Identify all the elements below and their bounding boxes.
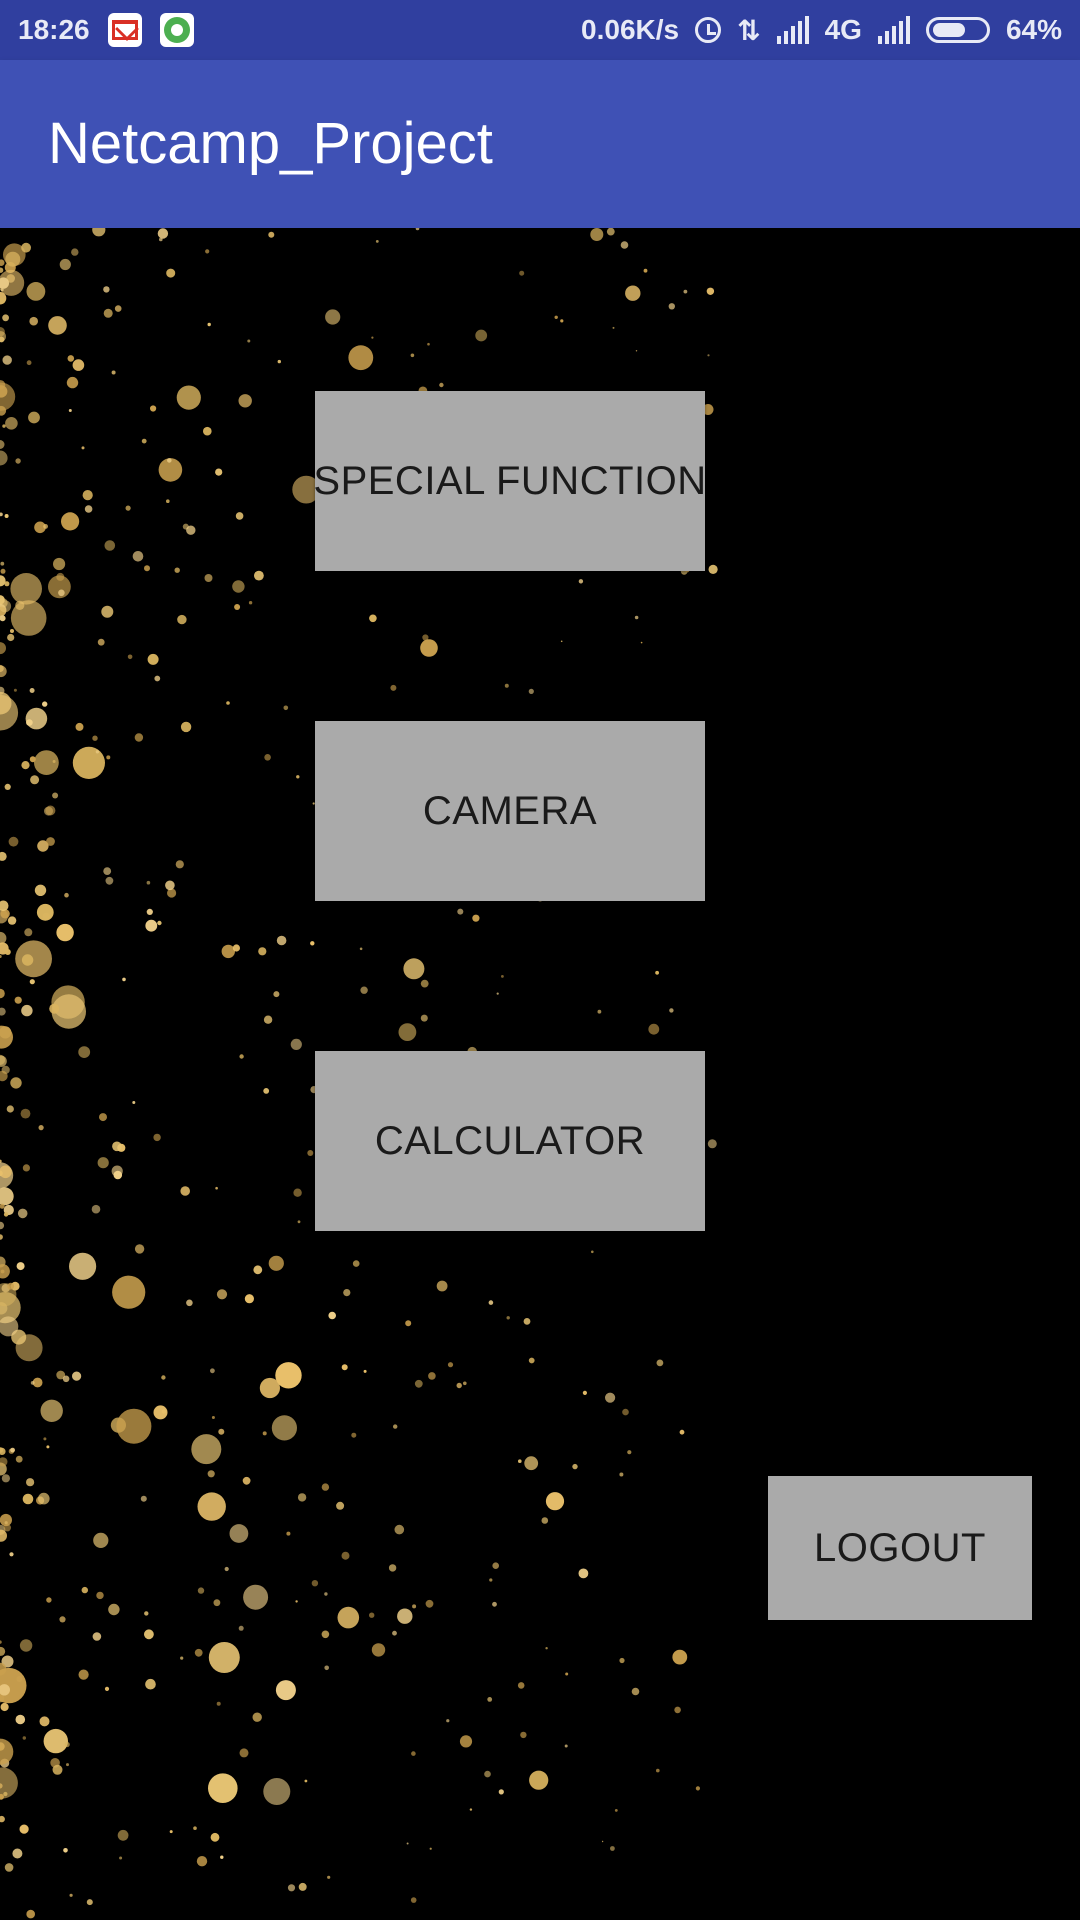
app-title: Netcamp_Project [48, 111, 493, 176]
alarm-icon [695, 17, 722, 43]
signal-icon [776, 16, 809, 44]
camera-button[interactable]: CAMERA [315, 721, 705, 901]
status-time: 18:26 [18, 14, 90, 45]
signal-icon-sim2 [877, 16, 910, 44]
status-bar: 18:26 0.06K/s ⇅ 4G 64% [0, 0, 1080, 60]
logout-button[interactable]: LOGOUT [768, 1476, 1032, 1620]
special-function-button[interactable]: SPECIAL FUNCTION [313, 391, 706, 571]
gmail-icon [107, 13, 142, 47]
battery-icon [925, 17, 990, 43]
calculator-button[interactable]: CALCULATOR [315, 1051, 705, 1231]
network-type: 4G [824, 14, 862, 45]
hangouts-icon [159, 13, 194, 47]
battery-percent: 64% [1005, 14, 1062, 45]
app-bar: Netcamp_Project [0, 60, 1080, 228]
data-transfer-icon: ⇅ [737, 14, 761, 46]
network-speed: 0.06K/s [581, 14, 680, 45]
